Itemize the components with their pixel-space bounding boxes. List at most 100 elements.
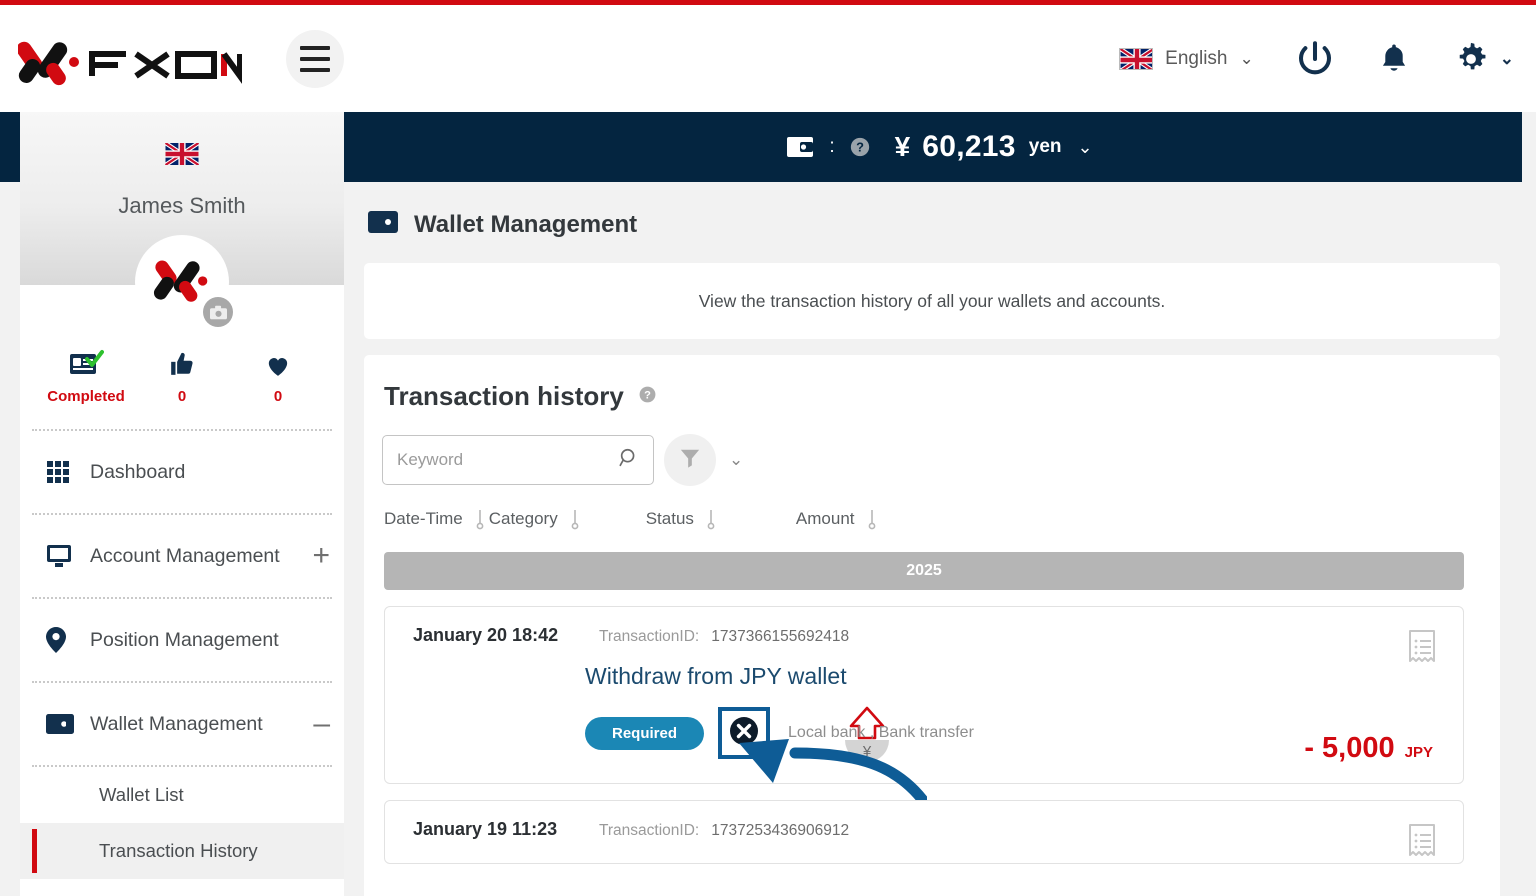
language-selector[interactable]: English ⌄: [1119, 47, 1254, 70]
sidebar-item-dashboard[interactable]: Dashboard: [20, 431, 344, 513]
notifications-button[interactable]: [1376, 40, 1412, 78]
header-actions: English ⌄ ⌄: [1119, 38, 1536, 80]
section-title: Transaction history: [384, 381, 624, 411]
amount-value: - 5,000: [1304, 732, 1395, 764]
svg-text:?: ?: [644, 389, 651, 401]
funnel-icon: [679, 447, 701, 474]
monitor-icon: [46, 544, 90, 568]
table-row[interactable]: January 20 18:42 TransactionID: 17373661…: [384, 606, 1464, 809]
balance-unit: yen: [1028, 136, 1062, 157]
transaction-id-label: TransactionID:: [599, 822, 700, 839]
cancel-transaction-button[interactable]: [718, 707, 771, 759]
app-header: English ⌄ ⌄: [0, 5, 1536, 112]
gear-icon: [1459, 42, 1486, 69]
sidebar-subitem-label: Wallet List: [99, 784, 184, 805]
transaction-amount: - 5,000 JPY: [1304, 732, 1433, 765]
sidebar-item-wallet-list[interactable]: Wallet List: [20, 767, 344, 823]
amount-currency: JPY: [1404, 744, 1433, 761]
bell-icon: [1382, 43, 1405, 71]
status-badge[interactable]: Required: [585, 716, 705, 750]
transaction-meta: January 20 18:42 TransactionID: 17373661…: [385, 607, 1463, 646]
transaction-id-label: TransactionID:: [599, 628, 700, 645]
sort-label-status[interactable]: Status: [646, 509, 694, 529]
balance-amount: 60,213: [922, 130, 1016, 163]
table-row[interactable]: January 19 11:23 TransactionID: 17372534…: [384, 800, 1464, 864]
heart-icon: [264, 347, 292, 377]
section-header: Transaction history ?: [364, 381, 1500, 412]
receipt-icon[interactable]: [1405, 823, 1439, 863]
collapse-minus-icon[interactable]: –: [313, 709, 330, 739]
question-mark-icon[interactable]: ?: [849, 136, 871, 158]
sort-label-date-time[interactable]: Date-Time: [384, 509, 463, 529]
hamburger-icon-line: [300, 45, 330, 50]
x-circle-cancel-icon: [729, 716, 759, 751]
sort-icon[interactable]: [570, 508, 580, 530]
app-root: English ⌄ ⌄: ? ¥ 60,213 yen ⌄ James Smi…: [0, 0, 1536, 896]
camera-icon[interactable]: [203, 297, 233, 327]
sort-icon[interactable]: [867, 508, 877, 530]
transaction-history-card: Transaction history ? Keyword ⌄ Date-Tim…: [364, 355, 1500, 896]
description-text: View the transaction history of all your…: [698, 290, 1166, 311]
page-scrollbar[interactable]: [1522, 112, 1536, 896]
sidebar-item-position-management[interactable]: Position Management: [20, 599, 344, 681]
sidebar-item-wallet-management[interactable]: Wallet Management –: [20, 683, 344, 765]
user-name: James Smith: [118, 193, 246, 218]
stat-favorites[interactable]: 0: [230, 347, 326, 405]
fxon-logo[interactable]: [18, 32, 242, 86]
hamburger-icon-line: [300, 56, 330, 61]
id-card-check-icon: [68, 347, 104, 377]
power-icon: [1298, 40, 1331, 74]
avatar[interactable]: [135, 235, 233, 329]
year-group-header: 2025: [384, 552, 1464, 590]
hamburger-icon-line: [300, 67, 330, 72]
description-card: View the transaction history of all your…: [364, 263, 1500, 339]
chevron-down-icon[interactable]: ⌄: [1078, 137, 1093, 158]
stat-verification[interactable]: Completed: [38, 347, 134, 405]
transaction-status-row: Required Local bank , Bank transfer: [585, 707, 974, 759]
search-box[interactable]: [382, 435, 654, 485]
sidebar-item-transaction-history[interactable]: Transaction History: [20, 823, 344, 879]
sort-label-amount[interactable]: Amount: [796, 509, 855, 529]
grid-icon: [46, 460, 90, 484]
transaction-meta: January 19 11:23 TransactionID: 17372534…: [385, 801, 1463, 840]
chevron-down-icon: ⌄: [1239, 48, 1254, 68]
wallet-icon: [787, 136, 814, 158]
language-label: English: [1165, 47, 1228, 69]
main-content: Wallet Management View the transaction h…: [344, 182, 1536, 896]
sidebar-item-label: Account Management: [90, 544, 280, 567]
sort-label-category[interactable]: Category: [489, 509, 558, 529]
transaction-id-value: 1737253436906912: [711, 822, 850, 839]
stat-label: 0: [177, 388, 187, 405]
sort-icon[interactable]: [475, 508, 485, 530]
sidebar-item-label: Wallet Management: [90, 712, 263, 735]
expand-plus-icon[interactable]: +: [312, 541, 330, 571]
sidebar-item-label: Dashboard: [90, 460, 186, 483]
search-icon[interactable]: [618, 447, 640, 474]
sidebar-item-label: Position Management: [90, 628, 279, 651]
transaction-id-value: 1737366155692418: [711, 628, 850, 645]
filter-button[interactable]: [664, 434, 716, 486]
transaction-title[interactable]: Withdraw from JPY wallet: [585, 663, 847, 690]
uk-flag-icon: [1119, 47, 1154, 70]
balance-separator: :: [829, 136, 835, 157]
sidebar-item-account-management[interactable]: Account Management +: [20, 515, 344, 597]
wallet-icon: [368, 210, 398, 239]
menu-toggle-button[interactable]: [286, 29, 344, 88]
stat-label: 0: [273, 388, 283, 405]
svg-text:?: ?: [856, 140, 864, 155]
stat-likes[interactable]: 0: [134, 347, 230, 405]
transaction-date: January 20 18:42: [413, 625, 559, 645]
search-input[interactable]: [397, 450, 618, 470]
receipt-icon[interactable]: [1405, 629, 1439, 672]
settings-button[interactable]: ⌄: [1452, 40, 1514, 78]
location-pin-icon: [46, 627, 90, 653]
page-title: Wallet Management: [344, 182, 1536, 239]
question-mark-icon[interactable]: ?: [638, 385, 657, 409]
sort-icon[interactable]: [706, 508, 716, 530]
chevron-down-icon: ⌄: [1499, 48, 1514, 68]
currency-symbol: ¥: [894, 131, 911, 162]
wallet-balance-bar[interactable]: : ? ¥ 60,213 yen ⌄: [344, 112, 1536, 182]
chevron-down-icon[interactable]: ⌄: [729, 450, 743, 470]
fxon-logo-icon: [18, 41, 242, 85]
power-button[interactable]: [1294, 38, 1336, 80]
